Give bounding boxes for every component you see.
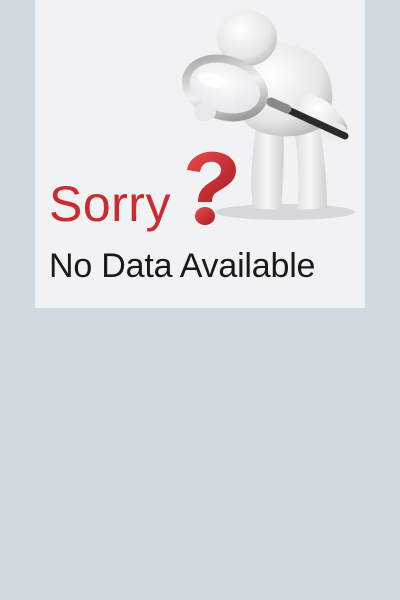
empty-state-card: Sorry No Data Available: [35, 0, 365, 308]
no-data-message: No Data Available: [49, 247, 316, 285]
sorry-title: Sorry: [49, 176, 171, 232]
question-mark-icon: [187, 151, 237, 225]
